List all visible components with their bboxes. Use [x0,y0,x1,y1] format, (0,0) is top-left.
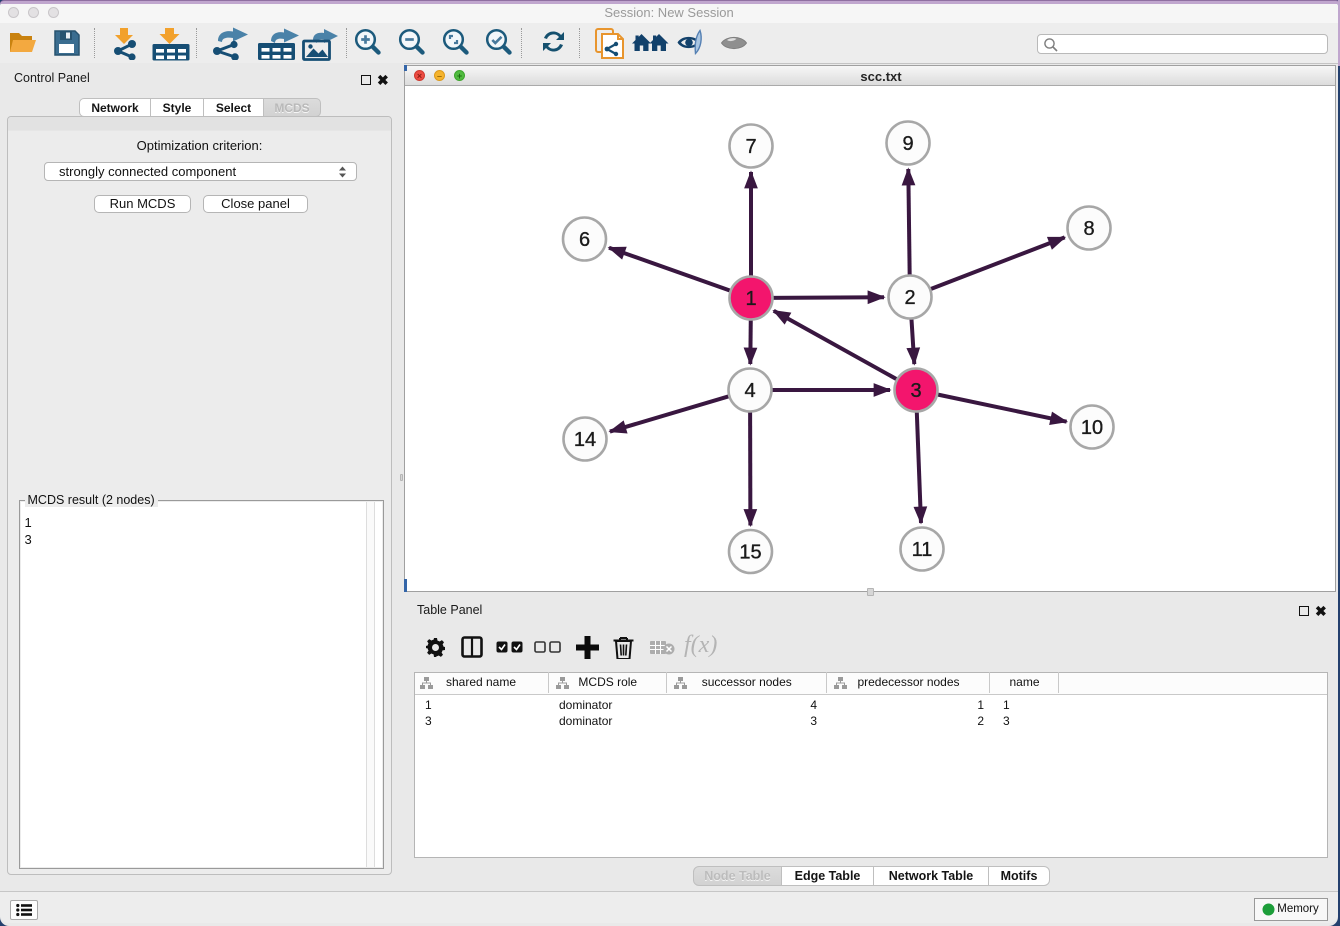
svg-text:11: 11 [912,539,933,561]
svg-text:7: 7 [745,136,756,158]
svg-text:10: 10 [1081,417,1103,439]
svg-text:8: 8 [1083,218,1094,240]
svg-text:1: 1 [745,288,756,310]
svg-text:15: 15 [739,542,761,564]
svg-text:2: 2 [904,287,915,309]
svg-text:9: 9 [902,133,913,155]
svg-text:4: 4 [744,380,755,402]
svg-text:6: 6 [579,229,590,251]
svg-text:3: 3 [910,380,921,402]
svg-text:14: 14 [574,429,596,451]
